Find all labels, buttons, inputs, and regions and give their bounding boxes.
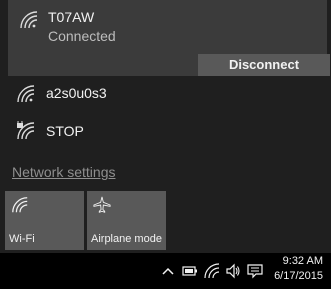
tile-label: Wi-Fi <box>9 233 35 245</box>
connected-network-status: Connected <box>48 28 116 44</box>
battery-icon[interactable] <box>182 263 198 279</box>
network-flyout: T07AW Connected Disconnect a2s0u0s3 STOP <box>0 0 331 253</box>
airplane-mode-tile[interactable]: Airplane mode <box>87 191 166 250</box>
airplane-icon <box>93 196 111 213</box>
volume-icon[interactable] <box>225 263 241 279</box>
wifi-icon <box>17 85 35 103</box>
chevron-up-icon[interactable] <box>160 263 176 279</box>
wifi-icon[interactable] <box>204 263 220 279</box>
wifi-secured-icon <box>17 121 35 140</box>
network-name: STOP <box>46 123 84 139</box>
wifi-icon <box>20 11 38 29</box>
connected-network-name: T07AW <box>48 9 95 25</box>
network-item-a2s0u0s3[interactable]: a2s0u0s3 <box>8 78 327 114</box>
clock-time: 9:32 AM <box>282 255 323 267</box>
action-center-icon[interactable] <box>247 263 263 279</box>
wifi-icon <box>12 197 28 213</box>
wifi-toggle-tile[interactable]: Wi-Fi <box>5 191 84 250</box>
network-item-stop[interactable]: STOP <box>8 114 327 150</box>
network-name: a2s0u0s3 <box>46 85 107 101</box>
taskbar: 9:32 AM 6/17/2015 <box>0 253 331 289</box>
disconnect-button[interactable]: Disconnect <box>198 54 330 76</box>
tile-label: Airplane mode <box>91 233 162 245</box>
connected-network-card[interactable]: T07AW Connected Disconnect <box>8 0 330 76</box>
network-settings-link[interactable]: Network settings <box>12 164 115 180</box>
taskbar-clock[interactable]: 9:32 AM 6/17/2015 <box>274 254 323 284</box>
clock-date: 6/17/2015 <box>274 270 323 282</box>
